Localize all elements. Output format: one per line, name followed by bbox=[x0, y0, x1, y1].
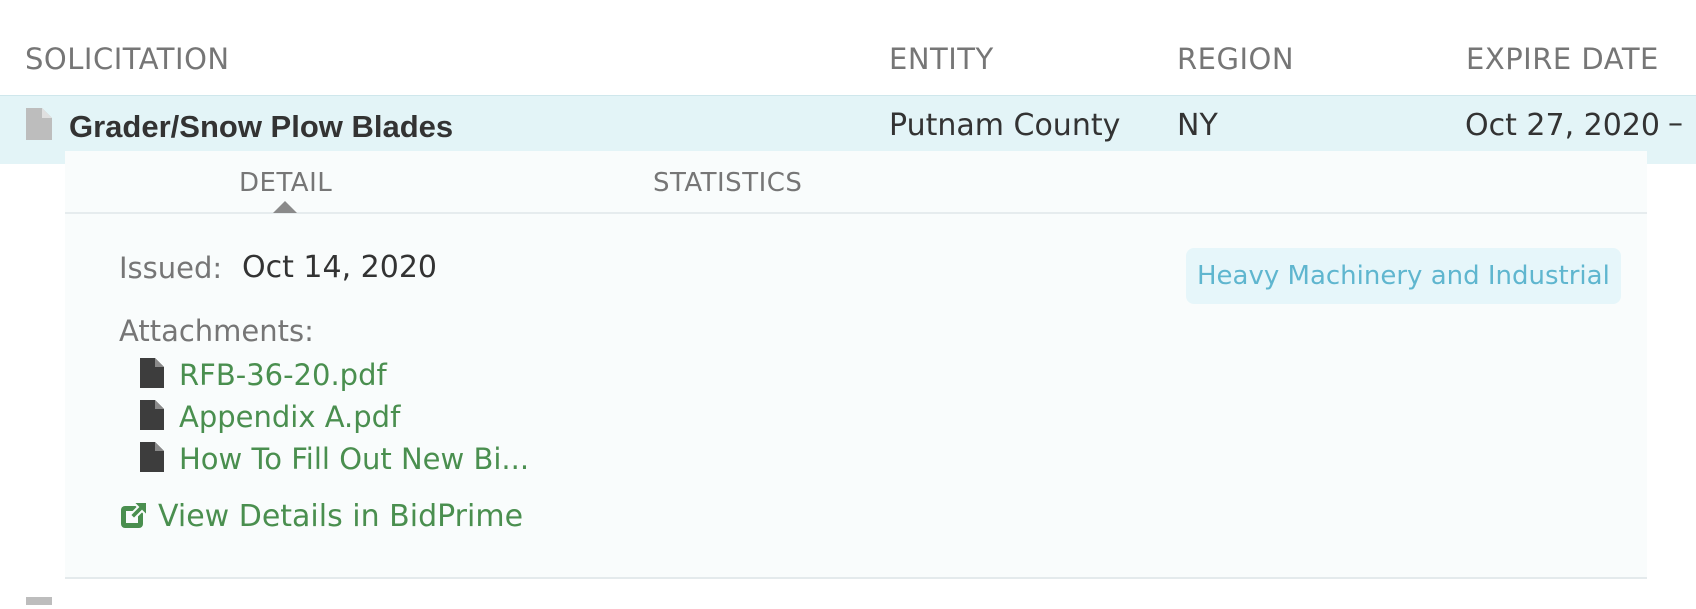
tab-detail[interactable]: DETAIL bbox=[239, 168, 332, 198]
file-icon bbox=[26, 108, 52, 144]
file-icon bbox=[140, 400, 164, 434]
region-cell: NY bbox=[1177, 108, 1218, 143]
file-icon bbox=[140, 442, 164, 476]
expire-date-cell: Oct 27, 2020 bbox=[1465, 108, 1660, 143]
view-details-text[interactable]: View Details in BidPrime bbox=[158, 499, 523, 534]
attachment-item[interactable]: Appendix A.pdf bbox=[140, 399, 400, 435]
category-tag[interactable]: Heavy Machinery and Industrial bbox=[1186, 248, 1621, 304]
issued-value: Oct 14, 2020 bbox=[242, 250, 437, 285]
header-entity[interactable]: ENTITY bbox=[889, 42, 994, 76]
attachment-link[interactable]: Appendix A.pdf bbox=[179, 400, 400, 434]
attachment-link[interactable]: How To Fill Out New Bi... bbox=[179, 442, 529, 476]
header-region[interactable]: REGION bbox=[1177, 42, 1294, 76]
attachment-item[interactable]: How To Fill Out New Bi... bbox=[140, 441, 529, 477]
attachments-label: Attachments: bbox=[119, 314, 314, 348]
view-details-link[interactable]: View Details in BidPrime bbox=[119, 499, 523, 534]
issued-label: Issued: bbox=[119, 251, 223, 285]
file-icon bbox=[140, 358, 164, 392]
entity-cell: Putnam County bbox=[889, 108, 1121, 143]
solicitation-title[interactable]: Grader/Snow Plow Blades bbox=[69, 109, 453, 145]
attachment-item[interactable]: RFB-36-20.pdf bbox=[140, 357, 387, 393]
tab-statistics[interactable]: STATISTICS bbox=[653, 168, 802, 198]
file-icon bbox=[26, 590, 52, 609]
collapse-toggle[interactable]: – bbox=[1668, 106, 1683, 141]
active-tab-caret bbox=[273, 201, 297, 213]
attachment-link[interactable]: RFB-36-20.pdf bbox=[179, 358, 387, 392]
tab-divider bbox=[65, 212, 1647, 214]
external-link-icon bbox=[119, 500, 149, 534]
header-expire-date[interactable]: EXPIRE DATE bbox=[1466, 42, 1659, 76]
header-solicitation[interactable]: SOLICITATION bbox=[25, 42, 230, 76]
detail-panel: DETAIL STATISTICS Issued: Oct 14, 2020 H… bbox=[65, 151, 1647, 579]
